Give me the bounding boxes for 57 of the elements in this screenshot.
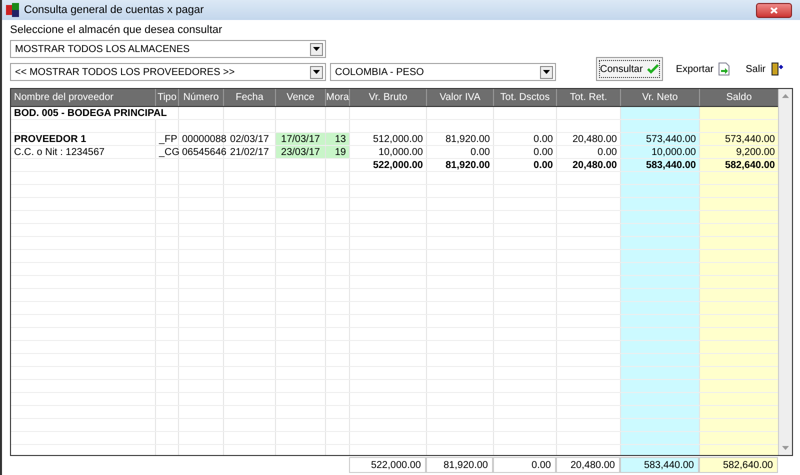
- close-icon: [770, 6, 778, 14]
- column-header[interactable]: Fecha: [224, 89, 276, 106]
- table-cell: 17/03/17: [276, 133, 326, 145]
- footer-total: 0.00: [493, 457, 556, 473]
- table-cell: 06545646: [179, 146, 224, 158]
- table-cell: 0.00: [494, 133, 557, 145]
- total-cell: 20,480.00: [557, 159, 621, 171]
- door-icon: [770, 62, 784, 76]
- column-header[interactable]: Tipo: [156, 89, 179, 106]
- column-header[interactable]: Tot. Dsctos: [494, 89, 557, 106]
- column-header[interactable]: Tot. Ret.: [557, 89, 621, 106]
- column-header[interactable]: Vr. Neto: [621, 89, 700, 106]
- total-cell: 583,440.00: [621, 159, 700, 171]
- column-header[interactable]: Nombre del proveedor: [11, 89, 156, 106]
- table-cell: C.C. o Nit : 1234567: [11, 146, 156, 158]
- column-header[interactable]: Valor IVA: [427, 89, 494, 106]
- total-cell: 0.00: [494, 159, 557, 171]
- footer-total: 522,000.00: [349, 457, 426, 473]
- exit-button[interactable]: Salir: [742, 57, 787, 81]
- export-button[interactable]: Exportar: [672, 57, 733, 81]
- table-cell: 81,920.00: [427, 133, 494, 145]
- supplier-dropdown[interactable]: << MOSTRAR TODOS LOS PROVEEDORES >>: [10, 63, 326, 81]
- table-cell: PROVEEDOR 1: [11, 133, 156, 145]
- footer-total: 583,440.00: [620, 457, 699, 473]
- window-title: Consulta general de cuentas x pagar: [24, 2, 205, 18]
- footer-total: 81,920.00: [426, 457, 493, 473]
- table-cell: 20,480.00: [557, 133, 621, 145]
- app-icon: [6, 3, 20, 17]
- table-cell: 19: [326, 146, 350, 158]
- prompt-label: Seleccione el almacén que desea consultar: [10, 23, 224, 38]
- footer-total: 582,640.00: [699, 457, 778, 473]
- table-cell: 10,000.00: [350, 146, 427, 158]
- column-header[interactable]: Mora: [326, 89, 350, 106]
- column-header[interactable]: Número: [179, 89, 224, 106]
- table-cell: 573,440.00: [621, 133, 700, 145]
- column-header[interactable]: Vr. Bruto: [350, 89, 427, 106]
- total-cell: 81,920.00: [427, 159, 494, 171]
- table-cell: 13: [326, 133, 350, 145]
- table-cell: 23/03/17: [276, 146, 326, 158]
- table-cell: 00000088: [179, 133, 224, 145]
- footer-total: 20,480.00: [556, 457, 620, 473]
- document-arrow-icon: [718, 62, 730, 76]
- table-cell: _CG: [156, 146, 179, 158]
- table-cell: _FP: [156, 133, 179, 145]
- currency-dropdown[interactable]: COLOMBIA - PESO: [330, 63, 556, 81]
- warehouse-dropdown[interactable]: MOSTRAR TODOS LOS ALMACENES: [10, 40, 326, 58]
- table-cell: 0.00: [494, 146, 557, 158]
- close-button[interactable]: [756, 2, 792, 18]
- consult-button[interactable]: Consultar: [596, 57, 663, 81]
- group-label: BOD. 005 - BODEGA PRINCIPAL: [11, 107, 179, 119]
- total-cell: 522,000.00: [350, 159, 427, 171]
- table-cell: 0.00: [557, 146, 621, 158]
- table-cell: 10,000.00: [621, 146, 700, 158]
- table-cell: 0.00: [427, 146, 494, 158]
- table-cell: 512,000.00: [350, 133, 427, 145]
- checkmark-icon: [646, 64, 659, 74]
- column-header[interactable]: Vence: [276, 89, 326, 106]
